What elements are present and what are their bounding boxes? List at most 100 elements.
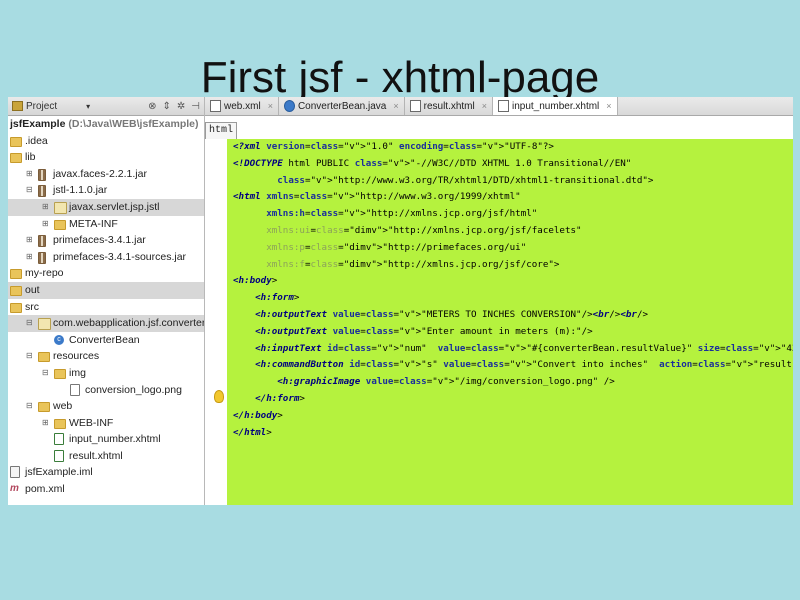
folder-icon <box>10 302 22 313</box>
collapse-node-icon[interactable]: ⊟ <box>26 182 35 199</box>
tree-item[interactable]: .idea <box>8 133 204 150</box>
hide-icon[interactable]: ⊣ <box>191 101 200 112</box>
code-line[interactable]: xmlns:f=class="dimv">"http://xmlns.jcp.o… <box>227 257 793 274</box>
code-line[interactable]: <h:form> <box>227 290 793 307</box>
pkg-icon <box>54 201 67 214</box>
code-line[interactable]: </h:form> <box>227 391 793 408</box>
code-line[interactable]: <h:graphicImage value=class="v">"/img/co… <box>227 374 793 391</box>
lightbulb-icon[interactable] <box>214 390 224 403</box>
tree-item[interactable]: ⊞ javax.servlet.jsp.jstl <box>8 198 204 216</box>
tab-label: web.xml <box>224 100 261 112</box>
collapse-icon[interactable]: ⇕ <box>163 101 171 112</box>
tree-item[interactable]: ⊟ jstl-1.1.0.jar <box>8 182 204 199</box>
expand-icon[interactable]: ⊞ <box>26 249 35 266</box>
folder-icon <box>10 285 22 296</box>
tree-item-label: lib <box>25 151 36 164</box>
code-line[interactable]: <!DOCTYPE html PUBLIC class="v">"-//W3C/… <box>227 156 793 173</box>
collapse-node-icon[interactable]: ⊟ <box>26 315 35 332</box>
jar-icon <box>38 168 46 181</box>
tree-item-label: input_number.xhtml <box>69 433 161 446</box>
project-toolbar: Project ▾ ⊗ ⇕ ✲ ⊣ <box>8 97 204 116</box>
folder-icon <box>10 136 22 147</box>
tree-item-label: jsfExample.iml <box>25 466 93 479</box>
jar-icon <box>38 251 46 264</box>
tree-item[interactable]: ⊞ META-INF <box>8 216 204 233</box>
code-line[interactable]: xmlns:ui=class="dimv">"http://xmlns.jcp.… <box>227 223 793 240</box>
tree-item[interactable]: jsfExample.iml <box>8 464 204 481</box>
collapse-node-icon[interactable]: ⊟ <box>26 398 35 415</box>
breadcrumb[interactable]: html <box>205 122 238 140</box>
code-line[interactable]: class="v">"http://www.w3.org/TR/xhtml1/D… <box>227 173 793 190</box>
project-panel: Project ▾ ⊗ ⇕ ✲ ⊣ jsfExample (D:\Java\WE… <box>8 97 205 505</box>
editor-tabs: web.xml × ConverterBean.java × result.xhtml ×… <box>205 97 793 116</box>
code-line[interactable]: <h:body> <box>227 273 793 290</box>
folder-icon <box>54 368 66 379</box>
expand-icon[interactable]: ⊞ <box>42 216 51 233</box>
tree-item[interactable]: ⊟ web <box>8 398 204 415</box>
tree-item-label: WEB-INF <box>69 416 114 429</box>
code-area[interactable]: <?xml version=class="v">"1.0" encoding=c… <box>227 139 793 505</box>
code-line[interactable]: xmlns:p=class="dimv">"http://primefaces.… <box>227 240 793 257</box>
folder-icon <box>10 153 22 164</box>
close-icon[interactable]: × <box>393 101 398 111</box>
file-icon <box>409 100 421 112</box>
code-line[interactable]: xmlns:h=class="v">"http://xmlns.jcp.org/… <box>227 206 793 223</box>
project-icon <box>12 101 23 111</box>
tree-item-label: jstl-1.1.0.jar <box>53 184 108 197</box>
tree-item[interactable]: ⊞ WEB-INF <box>8 415 204 432</box>
tree-item-label: conversion_logo.png <box>85 383 182 396</box>
tree-item-label: img <box>69 366 86 379</box>
tree-item[interactable]: jsfExample (D:\Java\WEB\jsfExample) <box>8 116 204 133</box>
tree-item[interactable]: my-repo <box>8 265 204 282</box>
tree-item[interactable]: ⊟ img <box>8 365 204 382</box>
expand-icon[interactable]: ⊞ <box>26 166 35 183</box>
chevron-down-icon: ▾ <box>86 101 91 111</box>
tree-item[interactable]: ⊞ javax.faces-2.2.1.jar <box>8 166 204 183</box>
expand-icon[interactable]: ⊞ <box>26 232 35 249</box>
editor-tab[interactable]: ConverterBean.java × <box>279 97 405 115</box>
project-view-selector[interactable]: Project ▾ <box>12 101 90 112</box>
close-icon[interactable]: × <box>268 101 273 111</box>
collapse-node-icon[interactable]: ⊟ <box>26 348 35 365</box>
code-line[interactable]: <h:inputText id=class="v">"num" value=cl… <box>227 341 793 358</box>
close-icon[interactable]: × <box>606 101 611 111</box>
tree-item[interactable]: conversion_logo.png <box>8 382 204 399</box>
tree-item[interactable]: input_number.xhtml <box>8 431 204 448</box>
settings-icon[interactable]: ✲ <box>177 101 185 112</box>
editor-tab[interactable]: web.xml × <box>205 97 279 115</box>
code-line[interactable]: </html> <box>227 425 793 442</box>
expand-icon[interactable]: ⊞ <box>42 199 51 216</box>
editor-tab[interactable]: input_number.xhtml × <box>493 97 618 115</box>
tree-item[interactable]: src <box>8 299 204 316</box>
code-line[interactable]: </h:body> <box>227 408 793 425</box>
expand-icon[interactable]: ⊞ <box>42 415 51 432</box>
xhtml-icon <box>54 449 64 462</box>
tree-item-label: javax.servlet.jsp.jstl <box>69 200 160 213</box>
tree-item[interactable]: m pom.xml <box>8 481 204 498</box>
tree-item-label: out <box>25 283 40 296</box>
tree-item-label: com.webapplication.jsf.converter <box>53 317 205 330</box>
code-line[interactable]: <html xmlns=class="v">"http://www.w3.org… <box>227 189 793 206</box>
refresh-icon[interactable]: ⊗ <box>148 101 156 112</box>
collapse-node-icon[interactable]: ⊟ <box>42 365 51 382</box>
editor-tab[interactable]: result.xhtml × <box>405 97 493 115</box>
tree-item[interactable]: ⊞ primefaces-3.4.1.jar <box>8 232 204 249</box>
code-line[interactable]: <?xml version=class="v">"1.0" encoding=c… <box>227 139 793 156</box>
iml-icon <box>10 466 20 479</box>
tree-item[interactable]: lib <box>8 149 204 166</box>
tree-item[interactable]: result.xhtml <box>8 448 204 465</box>
folder-icon <box>38 402 50 413</box>
editor-gutter <box>205 139 227 505</box>
tree-item[interactable]: out <box>8 281 204 299</box>
tree-item[interactable]: c ConverterBean <box>8 332 204 349</box>
close-icon[interactable]: × <box>482 101 487 111</box>
tree-item-label: primefaces-3.4.1-sources.jar <box>53 250 187 263</box>
tree-item[interactable]: ⊟ resources <box>8 348 204 365</box>
ide-window: Project ▾ ⊗ ⇕ ✲ ⊣ jsfExample (D:\Java\WE… <box>8 97 793 505</box>
tree-item[interactable]: ⊟ com.webapplication.jsf.converter <box>8 315 204 332</box>
xhtml-icon <box>54 433 64 446</box>
tree-item[interactable]: ⊞ primefaces-3.4.1-sources.jar <box>8 249 204 266</box>
code-line[interactable]: <h:commandButton id=class="v">"s" value=… <box>227 357 793 374</box>
code-line[interactable]: <h:outputText value=class="v">"Enter amo… <box>227 324 793 341</box>
code-line[interactable]: <h:outputText value=class="v">"METERS TO… <box>227 307 793 324</box>
